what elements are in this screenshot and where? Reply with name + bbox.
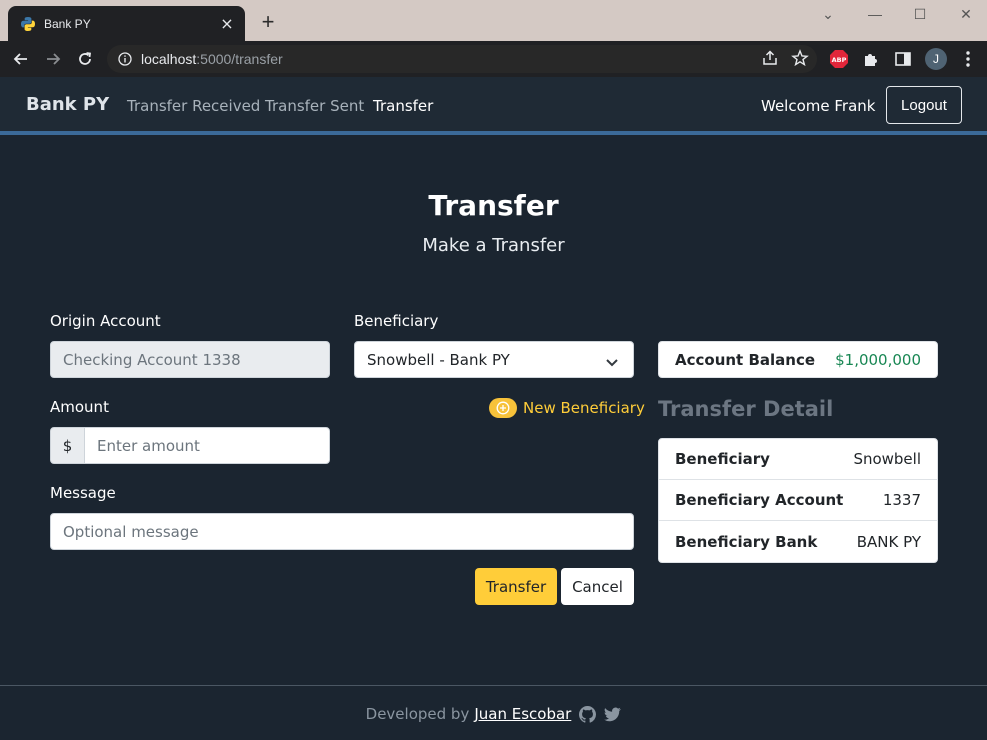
maximize-button[interactable]: ☐ bbox=[908, 4, 932, 24]
minimize-button[interactable]: — bbox=[863, 4, 887, 24]
app-navbar: Bank PY Transfer Received Transfer Sent … bbox=[0, 77, 987, 135]
twitter-icon[interactable] bbox=[604, 707, 622, 722]
puzzle-icon[interactable] bbox=[861, 49, 881, 69]
new-tab-button[interactable]: + bbox=[256, 11, 280, 35]
profile-avatar[interactable]: J bbox=[925, 48, 947, 70]
new-beneficiary-label: New Beneficiary bbox=[523, 399, 645, 417]
page-title: Transfer bbox=[428, 189, 559, 222]
message-label: Message bbox=[50, 484, 116, 502]
tab-close-icon[interactable]: × bbox=[219, 15, 235, 32]
logout-button[interactable]: Logout bbox=[886, 86, 962, 124]
page-subtitle: Make a Transfer bbox=[422, 235, 565, 256]
transfer-detail-title: Transfer Detail bbox=[658, 397, 834, 421]
footer-prefix: Developed by bbox=[365, 705, 470, 723]
welcome-text: Welcome Frank bbox=[761, 97, 876, 115]
amount-input[interactable]: Enter amount bbox=[84, 427, 330, 464]
sidepanel-icon[interactable] bbox=[893, 49, 913, 69]
account-balance-value: $1,000,000 bbox=[835, 350, 921, 369]
star-icon[interactable] bbox=[791, 49, 809, 71]
footer-author-link[interactable]: Juan Escobar bbox=[474, 705, 571, 723]
new-beneficiary-link[interactable]: New Beneficiary bbox=[489, 398, 645, 418]
github-icon[interactable] bbox=[579, 705, 597, 723]
browser-tab[interactable]: Bank PY × bbox=[8, 6, 245, 41]
more-icon[interactable] bbox=[958, 49, 978, 69]
brand-link[interactable]: Bank PY bbox=[26, 94, 109, 115]
main-content: Transfer Make a Transfer Origin Account … bbox=[0, 139, 987, 685]
back-arrow-icon[interactable] bbox=[9, 47, 33, 71]
nav-link-transfer-received[interactable]: Transfer Received bbox=[127, 97, 260, 115]
plus-circle-icon bbox=[489, 398, 517, 418]
nav-link-transfer[interactable]: Transfer bbox=[373, 97, 433, 115]
account-balance-label: Account Balance bbox=[675, 350, 816, 369]
cancel-button[interactable]: Cancel bbox=[561, 568, 634, 605]
close-window-button[interactable]: ✕ bbox=[954, 4, 978, 24]
transfer-button[interactable]: Transfer bbox=[475, 568, 557, 605]
address-bar[interactable]: localhost:5000/transfer bbox=[107, 45, 817, 73]
currency-addon: $ bbox=[50, 427, 85, 464]
origin-account-label: Origin Account bbox=[50, 312, 161, 330]
origin-account-field: Checking Account 1338 bbox=[50, 341, 330, 378]
account-balance-card: Account Balance $1,000,000 bbox=[658, 341, 938, 378]
chevron-down-icon bbox=[605, 354, 619, 372]
url-text: localhost:5000/transfer bbox=[141, 51, 283, 67]
beneficiary-label: Beneficiary bbox=[354, 312, 439, 330]
python-favicon-icon bbox=[20, 16, 36, 32]
amount-label: Amount bbox=[50, 398, 109, 416]
footer: Developed by Juan Escobar bbox=[0, 685, 987, 740]
reload-icon[interactable] bbox=[73, 47, 97, 71]
forward-arrow-icon[interactable] bbox=[41, 47, 65, 71]
browser-titlebar: Bank PY × + ⌄ — ☐ ✕ bbox=[0, 0, 987, 41]
browser-toolbar: localhost:5000/transfer ABP J bbox=[0, 41, 987, 77]
tab-title: Bank PY bbox=[44, 16, 91, 31]
share-icon[interactable] bbox=[761, 49, 779, 71]
transfer-detail-list: Beneficiary Snowbell Beneficiary Account… bbox=[658, 438, 938, 563]
detail-row-beneficiary-account: Beneficiary Account 1337 bbox=[659, 480, 937, 521]
beneficiary-select[interactable]: Snowbell - Bank PY bbox=[354, 341, 634, 378]
adblock-icon[interactable]: ABP bbox=[829, 49, 849, 69]
info-icon[interactable] bbox=[117, 51, 133, 67]
nav-link-transfer-sent[interactable]: Transfer Sent bbox=[265, 97, 364, 115]
tab-search-icon[interactable]: ⌄ bbox=[816, 4, 840, 24]
detail-row-beneficiary-bank: Beneficiary Bank BANK PY bbox=[675, 532, 921, 551]
detail-row-beneficiary: Beneficiary Snowbell bbox=[659, 439, 937, 480]
message-input[interactable]: Optional message bbox=[50, 513, 634, 550]
svg-text:ABP: ABP bbox=[832, 56, 847, 64]
